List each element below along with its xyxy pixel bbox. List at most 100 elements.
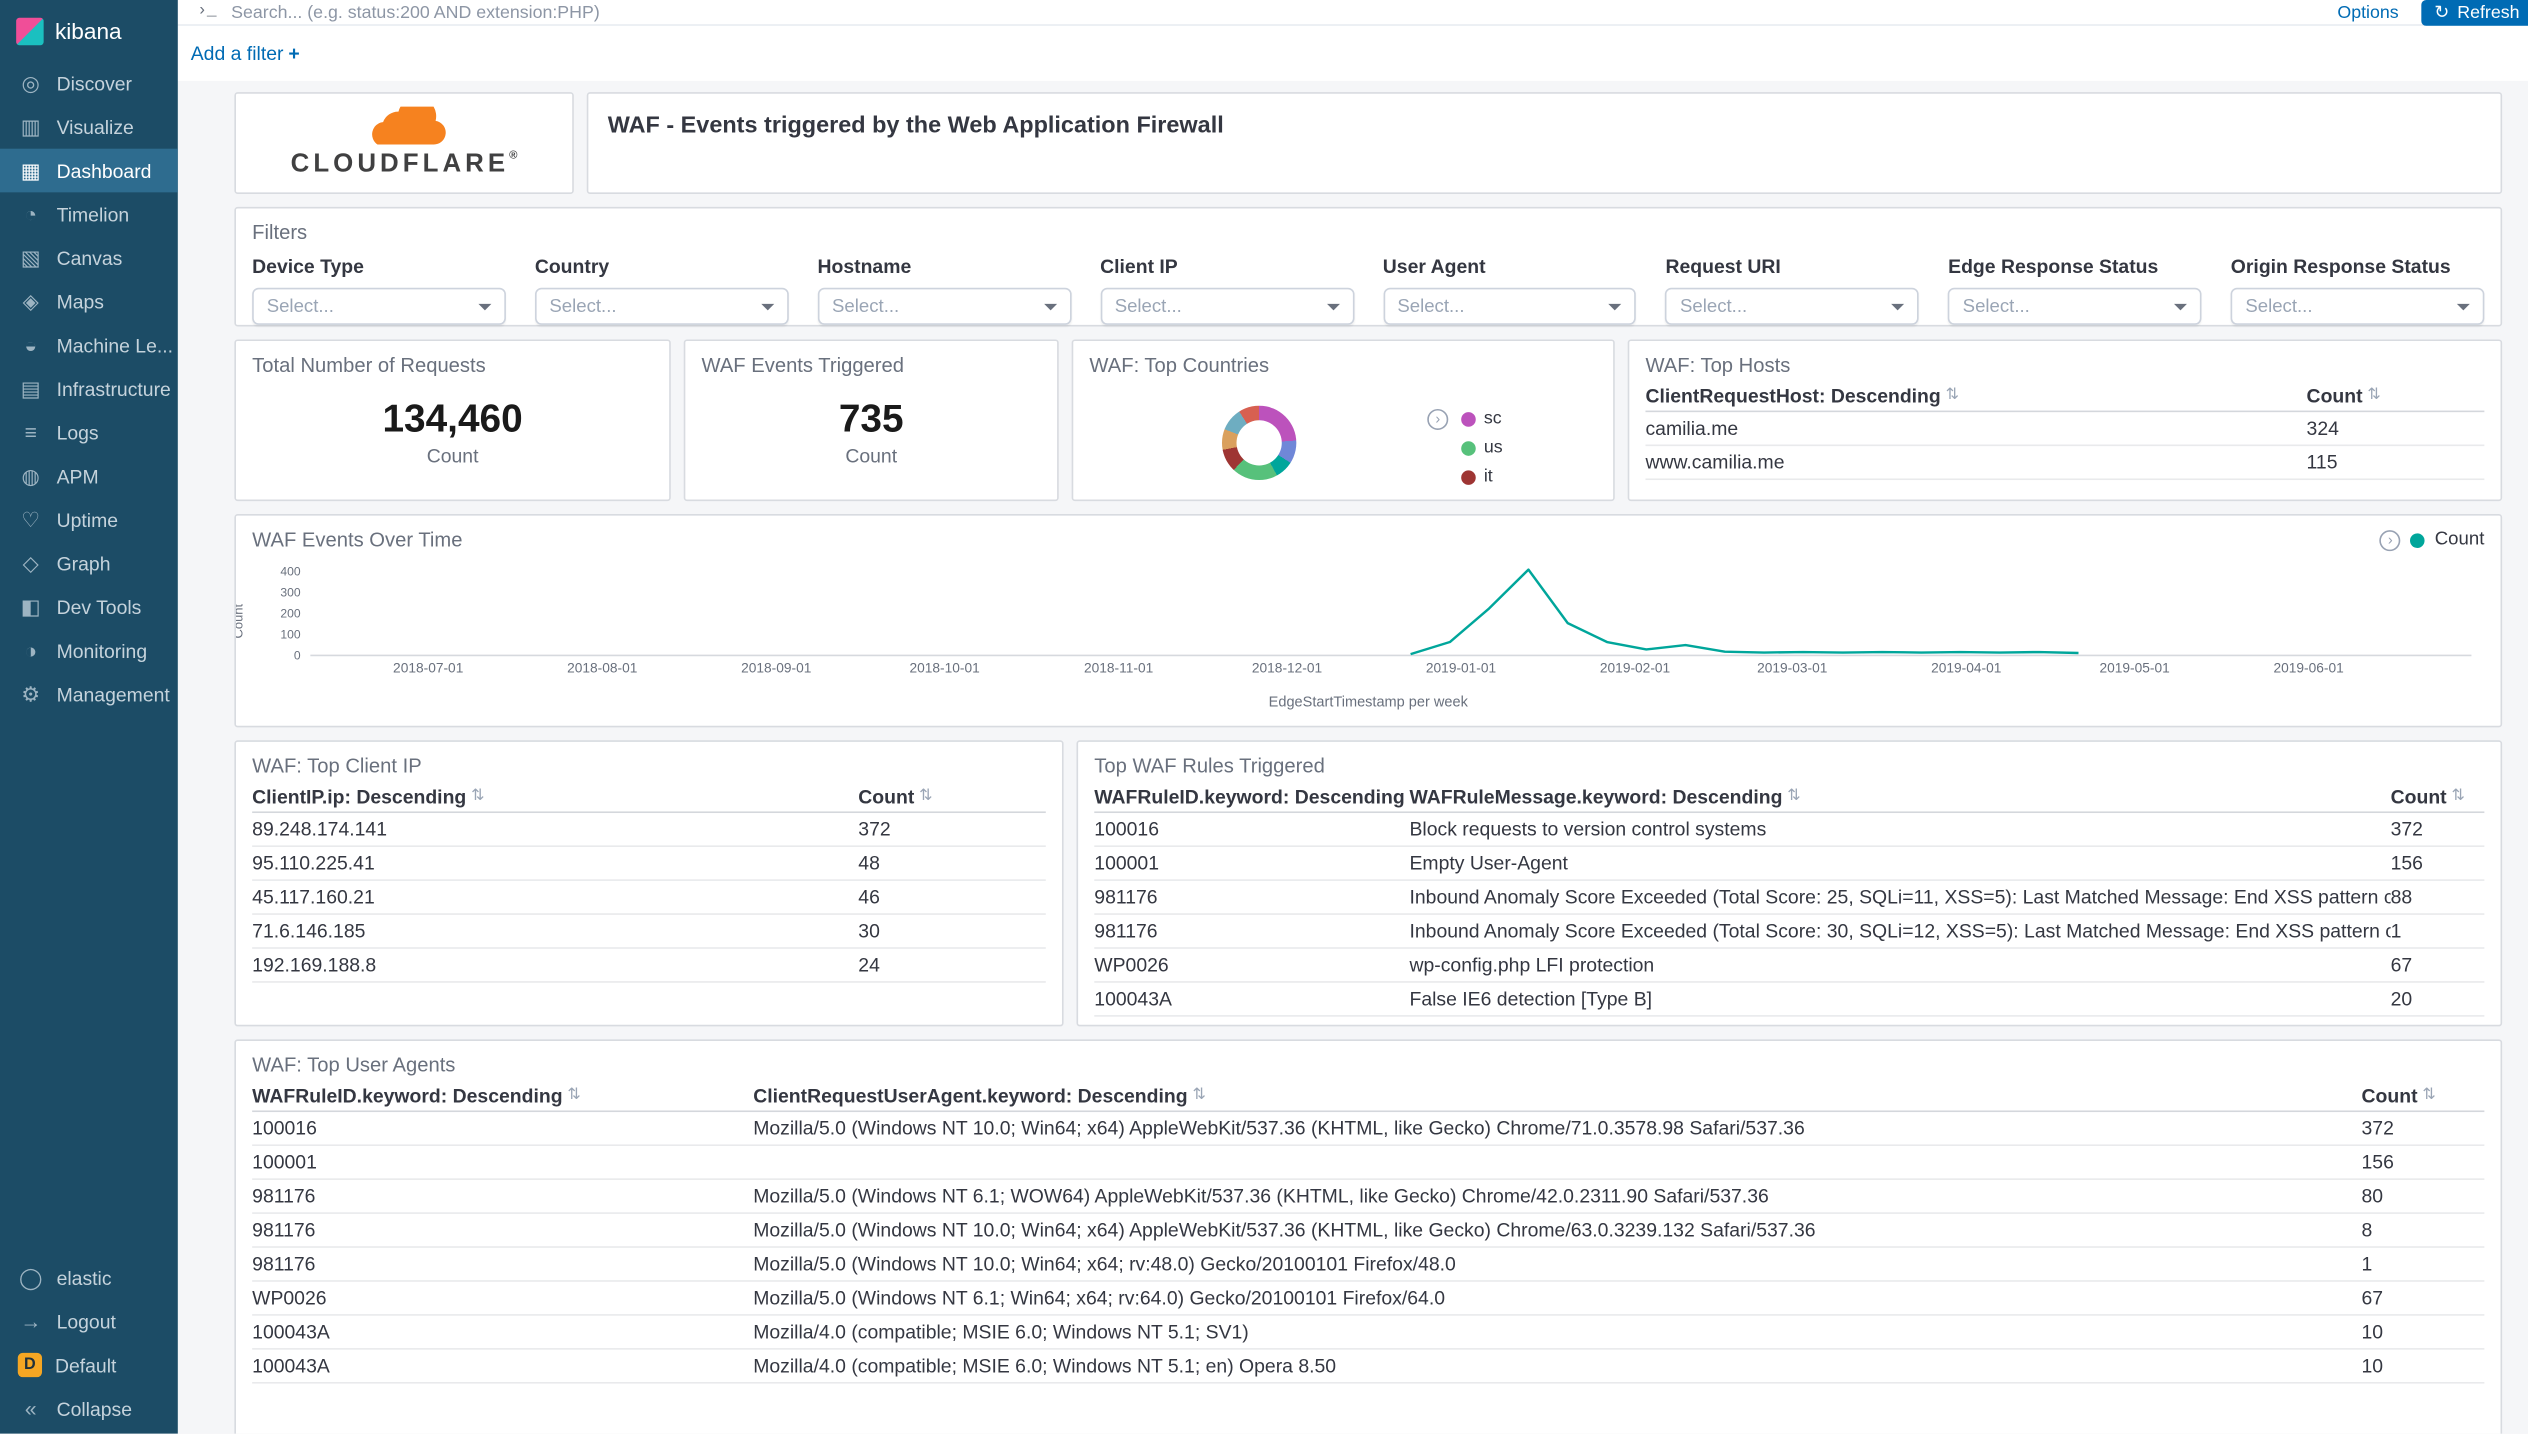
column-header[interactable]: WAFRuleID.keyword: Descending⇅ [252, 1084, 753, 1107]
table-cell: wp-config.php LFI protection [1409, 954, 2390, 977]
column-header[interactable]: Count⇅ [2391, 785, 2485, 808]
space-default-icon: D [18, 1353, 42, 1377]
chevron-down-icon [1326, 303, 1339, 309]
legend-item-count[interactable]: Count [2435, 530, 2485, 549]
refresh-label: Refresh [2457, 2, 2519, 21]
table-row: 45.117.160.2146 [252, 881, 1046, 915]
column-header[interactable]: ClientIP.ip: Descending⇅ [252, 785, 858, 808]
sidebar-item-uptime[interactable]: ♡Uptime [0, 498, 178, 542]
filter-select-country[interactable]: Select... [535, 288, 789, 325]
filter-select-hostname[interactable]: Select... [817, 288, 1071, 325]
add-filter-label: Add a filter [191, 42, 284, 65]
filter-select-edge-response-status[interactable]: Select... [1948, 288, 2202, 325]
filter-select-origin-response-status[interactable]: Select... [2231, 288, 2485, 325]
table-cell: 981176 [252, 1253, 753, 1276]
legend-item-it[interactable]: it [1461, 467, 1502, 486]
kibana-logo-label: kibana [55, 18, 122, 44]
column-header[interactable]: ClientRequestUserAgent.keyword: Descendi… [753, 1084, 2361, 1107]
filter-select-user-agent[interactable]: Select... [1383, 288, 1637, 325]
sidebar-nav: ◎Discover▥Visualize▦Dashboard◔Timelion▧C… [0, 61, 178, 716]
filter-select-request-uri[interactable]: Select... [1665, 288, 1919, 325]
table-cell: 88 [2391, 886, 2485, 909]
column-header-label: WAFRuleID.keyword: Descending [1094, 785, 1404, 808]
sidebar-item-monitoring[interactable]: ◑Monitoring [0, 629, 178, 673]
filter-select-device-type[interactable]: Select... [252, 288, 506, 325]
sort-icon: ⇅ [2422, 1086, 2436, 1104]
graph-icon: ◇ [18, 550, 44, 576]
column-header[interactable]: WAFRuleMessage.keyword: Descending⇅ [1409, 785, 2390, 808]
sidebar-item-timelion[interactable]: ◔Timelion [0, 192, 178, 236]
sidebar-item-visualize[interactable]: ▥Visualize [0, 105, 178, 149]
sidebar-item-user-elastic[interactable]: ◯elastic [0, 1256, 178, 1300]
countries-donut-chart[interactable] [1222, 406, 1296, 480]
sidebar-item-dashboard[interactable]: ▦Dashboard [0, 149, 178, 193]
column-header[interactable]: Count⇅ [2362, 1084, 2485, 1107]
sidebar-item-canvas[interactable]: ▧Canvas [0, 236, 178, 280]
sidebar-item-maps[interactable]: ◈Maps [0, 280, 178, 324]
events-over-time-panel: WAF Events Over Time › Count Count EdgeS… [234, 514, 2502, 727]
metric-label: Count [845, 444, 897, 467]
kibana-logo[interactable]: kibana [0, 0, 178, 61]
sidebar-item-label: Collapse [57, 1397, 132, 1420]
y-axis-label: Count [234, 604, 245, 639]
sort-icon: ⇅ [1946, 386, 1960, 404]
table-cell: Mozilla/5.0 (Windows NT 6.1; Win64; x64;… [753, 1287, 2361, 1310]
sort-icon: ⇅ [2367, 386, 2381, 404]
waf-events-panel: WAF Events Triggered 735 Count [684, 339, 1059, 501]
column-header[interactable]: Count⇅ [2307, 384, 2485, 407]
column-header-label: ClientRequestUserAgent.keyword: Descendi… [753, 1084, 1187, 1107]
sidebar-item-discover[interactable]: ◎Discover [0, 61, 178, 105]
sidebar-item-label: Monitoring [57, 639, 148, 662]
chart-legend: › Count [2380, 529, 2485, 550]
add-filter-link[interactable]: Add a filter+ [191, 42, 300, 65]
sidebar-item-logout[interactable]: →Logout [0, 1300, 178, 1344]
sidebar-item-logs[interactable]: ≡Logs [0, 411, 178, 455]
table-cell: 45.117.160.21 [252, 886, 858, 909]
table-cell: 67 [2391, 954, 2485, 977]
filters-panel-title: Filters [252, 221, 2484, 244]
table-row: 100016Mozilla/5.0 (Windows NT 10.0; Win6… [252, 1112, 2484, 1146]
sort-icon: ⇅ [471, 787, 485, 805]
table-cell: 156 [2362, 1151, 2485, 1174]
legend-item-us[interactable]: us [1461, 438, 1502, 457]
sidebar-item-space-default[interactable]: DDefault [0, 1343, 178, 1387]
refresh-button[interactable]: ↻ Refresh [2421, 0, 2528, 25]
sort-icon: ⇅ [2451, 787, 2465, 805]
sidebar-item-label: Timelion [57, 203, 130, 226]
sidebar-item-graph[interactable]: ◇Graph [0, 541, 178, 585]
legend-item-sc[interactable]: sc [1461, 409, 1502, 428]
legend-item-vn[interactable]: vn [1461, 496, 1502, 501]
sidebar-item-machine-learning[interactable]: ◒Machine Le... [0, 323, 178, 367]
search-input[interactable] [231, 0, 2321, 24]
sidebar-item-apm[interactable]: ◍APM [0, 454, 178, 498]
sidebar-item-label: elastic [57, 1266, 112, 1289]
filter-field-country: CountrySelect... [535, 255, 789, 325]
column-header[interactable]: Count⇅ [858, 785, 1045, 808]
legend-expand-icon[interactable]: › [2380, 529, 2401, 550]
filter-bar: Add a filter+ [178, 26, 2528, 81]
sidebar-item-label: Dashboard [57, 159, 152, 182]
table-cell: 372 [2391, 818, 2485, 841]
table-cell: 1 [2362, 1253, 2485, 1276]
column-header[interactable]: WAFRuleID.keyword: Descending⇅ [1094, 785, 1409, 808]
select-placeholder: Select... [267, 297, 334, 316]
table-row: WP0026wp-config.php LFI protection67 [1094, 949, 2484, 983]
sidebar-item-management[interactable]: ⚙Management [0, 672, 178, 716]
table-cell: Empty User-Agent [1409, 852, 2390, 875]
chevron-down-icon [478, 303, 491, 309]
filter-select-client-ip[interactable]: Select... [1100, 288, 1354, 325]
filter-label-origin-response-status: Origin Response Status [2231, 255, 2485, 278]
column-header[interactable]: ClientRequestHost: Descending⇅ [1645, 384, 2306, 407]
events-over-time-plot[interactable] [252, 554, 2484, 709]
filter-field-edge-response-status: Edge Response StatusSelect... [1948, 255, 2202, 325]
registered-mark: ® [509, 150, 517, 161]
sidebar-item-dev-tools[interactable]: ◧Dev Tools [0, 585, 178, 629]
sidebar-item-collapse[interactable]: «Collapse [0, 1387, 178, 1431]
events-over-time-chart: Count EdgeStartTimestamp per week 010020… [252, 554, 2484, 709]
metrics-row: Total Number of Requests 134,460 Count W… [234, 339, 2502, 501]
panel-title: WAF Events Over Time [252, 529, 462, 552]
sidebar-item-infrastructure[interactable]: ▤Infrastructure [0, 367, 178, 411]
legend-expand-icon[interactable]: › [1427, 409, 1448, 430]
options-link[interactable]: Options [2337, 2, 2398, 21]
filter-field-device-type: Device TypeSelect... [252, 255, 506, 325]
